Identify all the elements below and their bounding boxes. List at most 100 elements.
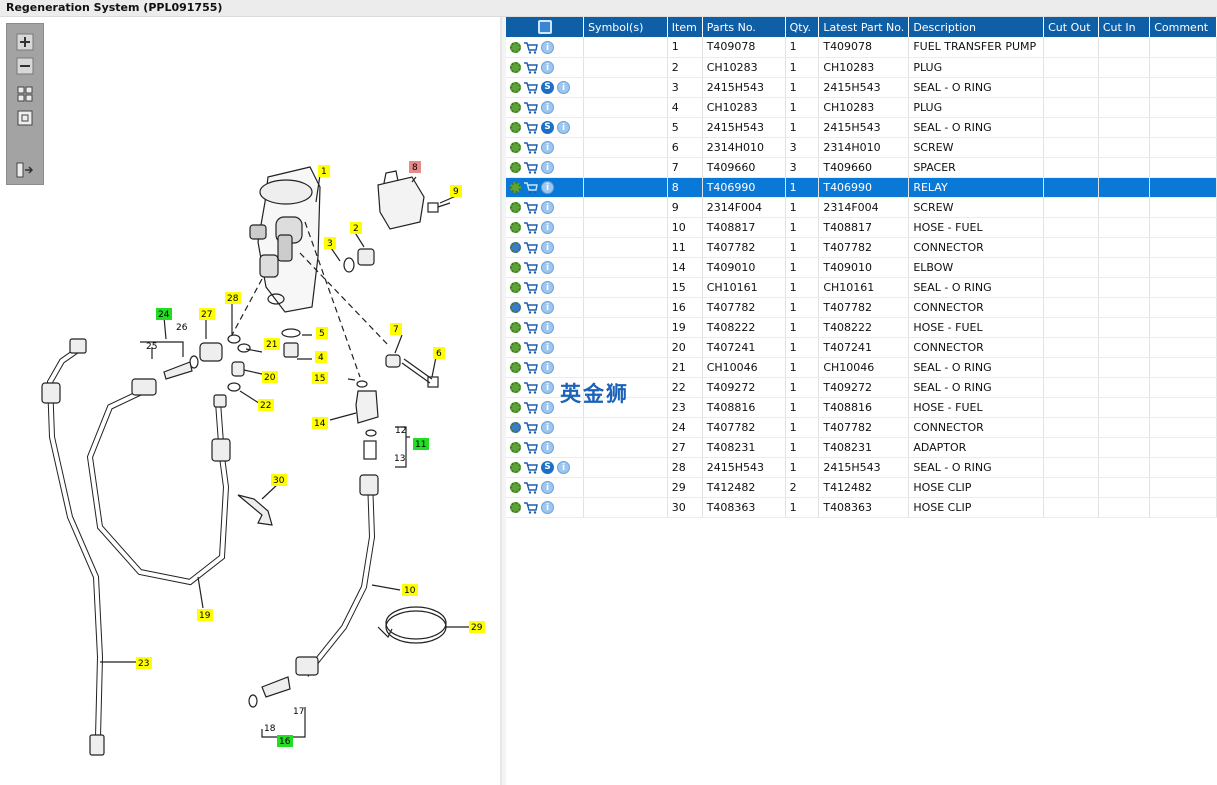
cart-icon[interactable] <box>524 142 538 154</box>
cart-icon[interactable] <box>524 362 538 374</box>
gear-icon[interactable] <box>510 121 521 133</box>
cart-icon[interactable] <box>524 342 538 354</box>
cart-icon[interactable] <box>524 282 538 294</box>
cart-icon[interactable] <box>524 302 538 314</box>
cart-icon[interactable] <box>524 162 538 174</box>
supersession-icon[interactable]: S <box>541 80 554 94</box>
zoom-out-icon[interactable] <box>15 56 35 76</box>
info-icon[interactable]: i <box>557 80 570 94</box>
cart-icon[interactable] <box>524 322 538 334</box>
column-header-item[interactable]: Item <box>667 17 703 37</box>
table-row[interactable]: i 16 T407782 1 T407782 CONNECTOR <box>506 297 1217 318</box>
info-icon[interactable]: i <box>541 480 554 494</box>
gear-icon[interactable] <box>510 41 521 53</box>
table-row[interactable]: i 6 2314H010 3 2314H010 SCREW <box>506 137 1217 158</box>
info-icon[interactable]: i <box>541 400 554 414</box>
table-row[interactable]: Si 28 2415H543 1 2415H543 SEAL - O RING <box>506 457 1217 478</box>
gears-icon[interactable] <box>510 301 521 313</box>
cart-icon[interactable] <box>524 462 538 474</box>
cart-icon[interactable] <box>524 122 538 134</box>
info-icon[interactable]: i <box>541 320 554 334</box>
cart-icon[interactable] <box>524 102 538 114</box>
info-icon[interactable]: i <box>541 160 554 174</box>
column-header-description[interactable]: Description <box>908 17 1045 37</box>
column-header-latest-part-no[interactable]: Latest Part No. <box>818 17 910 37</box>
table-row[interactable]: i 11 T407782 1 T407782 CONNECTOR <box>506 237 1217 258</box>
show-list-icon[interactable] <box>15 160 35 180</box>
column-header-cut-out[interactable]: Cut Out <box>1043 17 1099 37</box>
gear-icon[interactable] <box>510 441 521 453</box>
gear-icon[interactable] <box>510 501 521 513</box>
gears-icon[interactable] <box>510 241 521 253</box>
table-row[interactable]: i 24 T407782 1 T407782 CONNECTOR <box>506 417 1217 438</box>
table-row[interactable]: i 14 T409010 1 T409010 ELBOW <box>506 257 1217 278</box>
info-icon[interactable]: i <box>541 200 554 214</box>
gear-icon[interactable] <box>510 261 521 273</box>
table-row[interactable]: i 27 T408231 1 T408231 ADAPTOR <box>506 437 1217 458</box>
info-icon[interactable]: i <box>541 100 554 114</box>
cart-icon[interactable] <box>524 42 538 54</box>
info-icon[interactable]: i <box>541 60 554 74</box>
info-icon[interactable]: i <box>541 40 554 54</box>
gear-icon[interactable] <box>510 481 521 493</box>
table-row[interactable]: i 2 CH10283 1 CH10283 PLUG <box>506 57 1217 78</box>
gear-icon[interactable] <box>510 361 521 373</box>
fit-all-icon[interactable] <box>15 84 35 104</box>
column-header-tools[interactable] <box>506 17 585 37</box>
info-icon[interactable]: i <box>541 300 554 314</box>
search-icon[interactable] <box>537 20 552 34</box>
column-header-symbols[interactable]: Symbol(s) <box>583 17 668 37</box>
info-icon[interactable]: i <box>541 280 554 294</box>
diagram-pane[interactable]: 1 8 9 2 3 28 24 27 7 6 5 21 4 20 15 22 1… <box>0 17 502 785</box>
table-row[interactable]: i 20 T407241 1 T407241 CONNECTOR <box>506 337 1217 358</box>
column-header-parts-no[interactable]: Parts No. <box>702 17 786 37</box>
cart-icon[interactable] <box>524 262 538 274</box>
gear-icon[interactable] <box>510 381 521 393</box>
gear-icon[interactable] <box>510 141 521 153</box>
cart-icon[interactable] <box>524 442 538 454</box>
gear-icon[interactable] <box>510 321 521 333</box>
table-row[interactable]: i 19 T408222 1 T408222 HOSE - FUEL <box>506 317 1217 338</box>
gear-icon[interactable] <box>510 101 521 113</box>
table-row[interactable]: Si 3 2415H543 1 2415H543 SEAL - O RING <box>506 77 1217 98</box>
gear-icon[interactable] <box>510 341 521 353</box>
gear-icon[interactable] <box>510 461 521 473</box>
gears-icon[interactable] <box>510 421 521 433</box>
cart-icon[interactable] <box>524 202 538 214</box>
info-icon[interactable]: i <box>541 340 554 354</box>
column-header-comment[interactable]: Comment <box>1149 17 1217 37</box>
gear-icon[interactable] <box>510 61 521 73</box>
column-header-qty[interactable]: Qty. <box>785 17 820 37</box>
info-icon[interactable]: i <box>541 260 554 274</box>
table-row[interactable]: i 21 CH10046 1 CH10046 SEAL - O RING <box>506 357 1217 378</box>
gear-icon[interactable] <box>510 281 521 293</box>
gear-icon[interactable] <box>510 81 521 93</box>
zoom-in-icon[interactable] <box>15 32 35 52</box>
cart-icon[interactable] <box>524 182 538 194</box>
gear-icon[interactable] <box>510 161 521 173</box>
column-header-cut-in[interactable]: Cut In <box>1098 17 1151 37</box>
table-row[interactable]: i 15 CH10161 1 CH10161 SEAL - O RING <box>506 277 1217 298</box>
info-icon[interactable]: i <box>541 360 554 374</box>
cart-icon[interactable] <box>524 62 538 74</box>
info-icon[interactable]: i <box>541 240 554 254</box>
info-icon[interactable]: i <box>541 220 554 234</box>
cart-icon[interactable] <box>524 422 538 434</box>
table-row[interactable]: i 9 2314F004 1 2314F004 SCREW <box>506 197 1217 218</box>
table-row[interactable]: i 30 T408363 1 T408363 HOSE CLIP <box>506 497 1217 518</box>
actual-size-icon[interactable] <box>15 108 35 128</box>
gear-icon[interactable] <box>510 201 521 213</box>
cart-icon[interactable] <box>524 382 538 394</box>
cart-icon[interactable] <box>524 482 538 494</box>
cart-icon[interactable] <box>524 402 538 414</box>
cart-icon[interactable] <box>524 82 538 94</box>
gear-icon[interactable] <box>510 221 521 233</box>
info-icon[interactable]: i <box>541 440 554 454</box>
table-row[interactable]: i 7 T409660 3 T409660 SPACER <box>506 157 1217 178</box>
supersession-icon[interactable]: S <box>541 460 554 474</box>
table-row[interactable]: i 8 T406990 1 T406990 RELAY <box>506 177 1217 198</box>
table-row[interactable]: i 10 T408817 1 T408817 HOSE - FUEL <box>506 217 1217 238</box>
info-icon[interactable]: i <box>541 420 554 434</box>
info-icon[interactable]: i <box>541 140 554 154</box>
table-row[interactable]: i 1 T409078 1 T409078 FUEL TRANSFER PUMP <box>506 37 1217 58</box>
